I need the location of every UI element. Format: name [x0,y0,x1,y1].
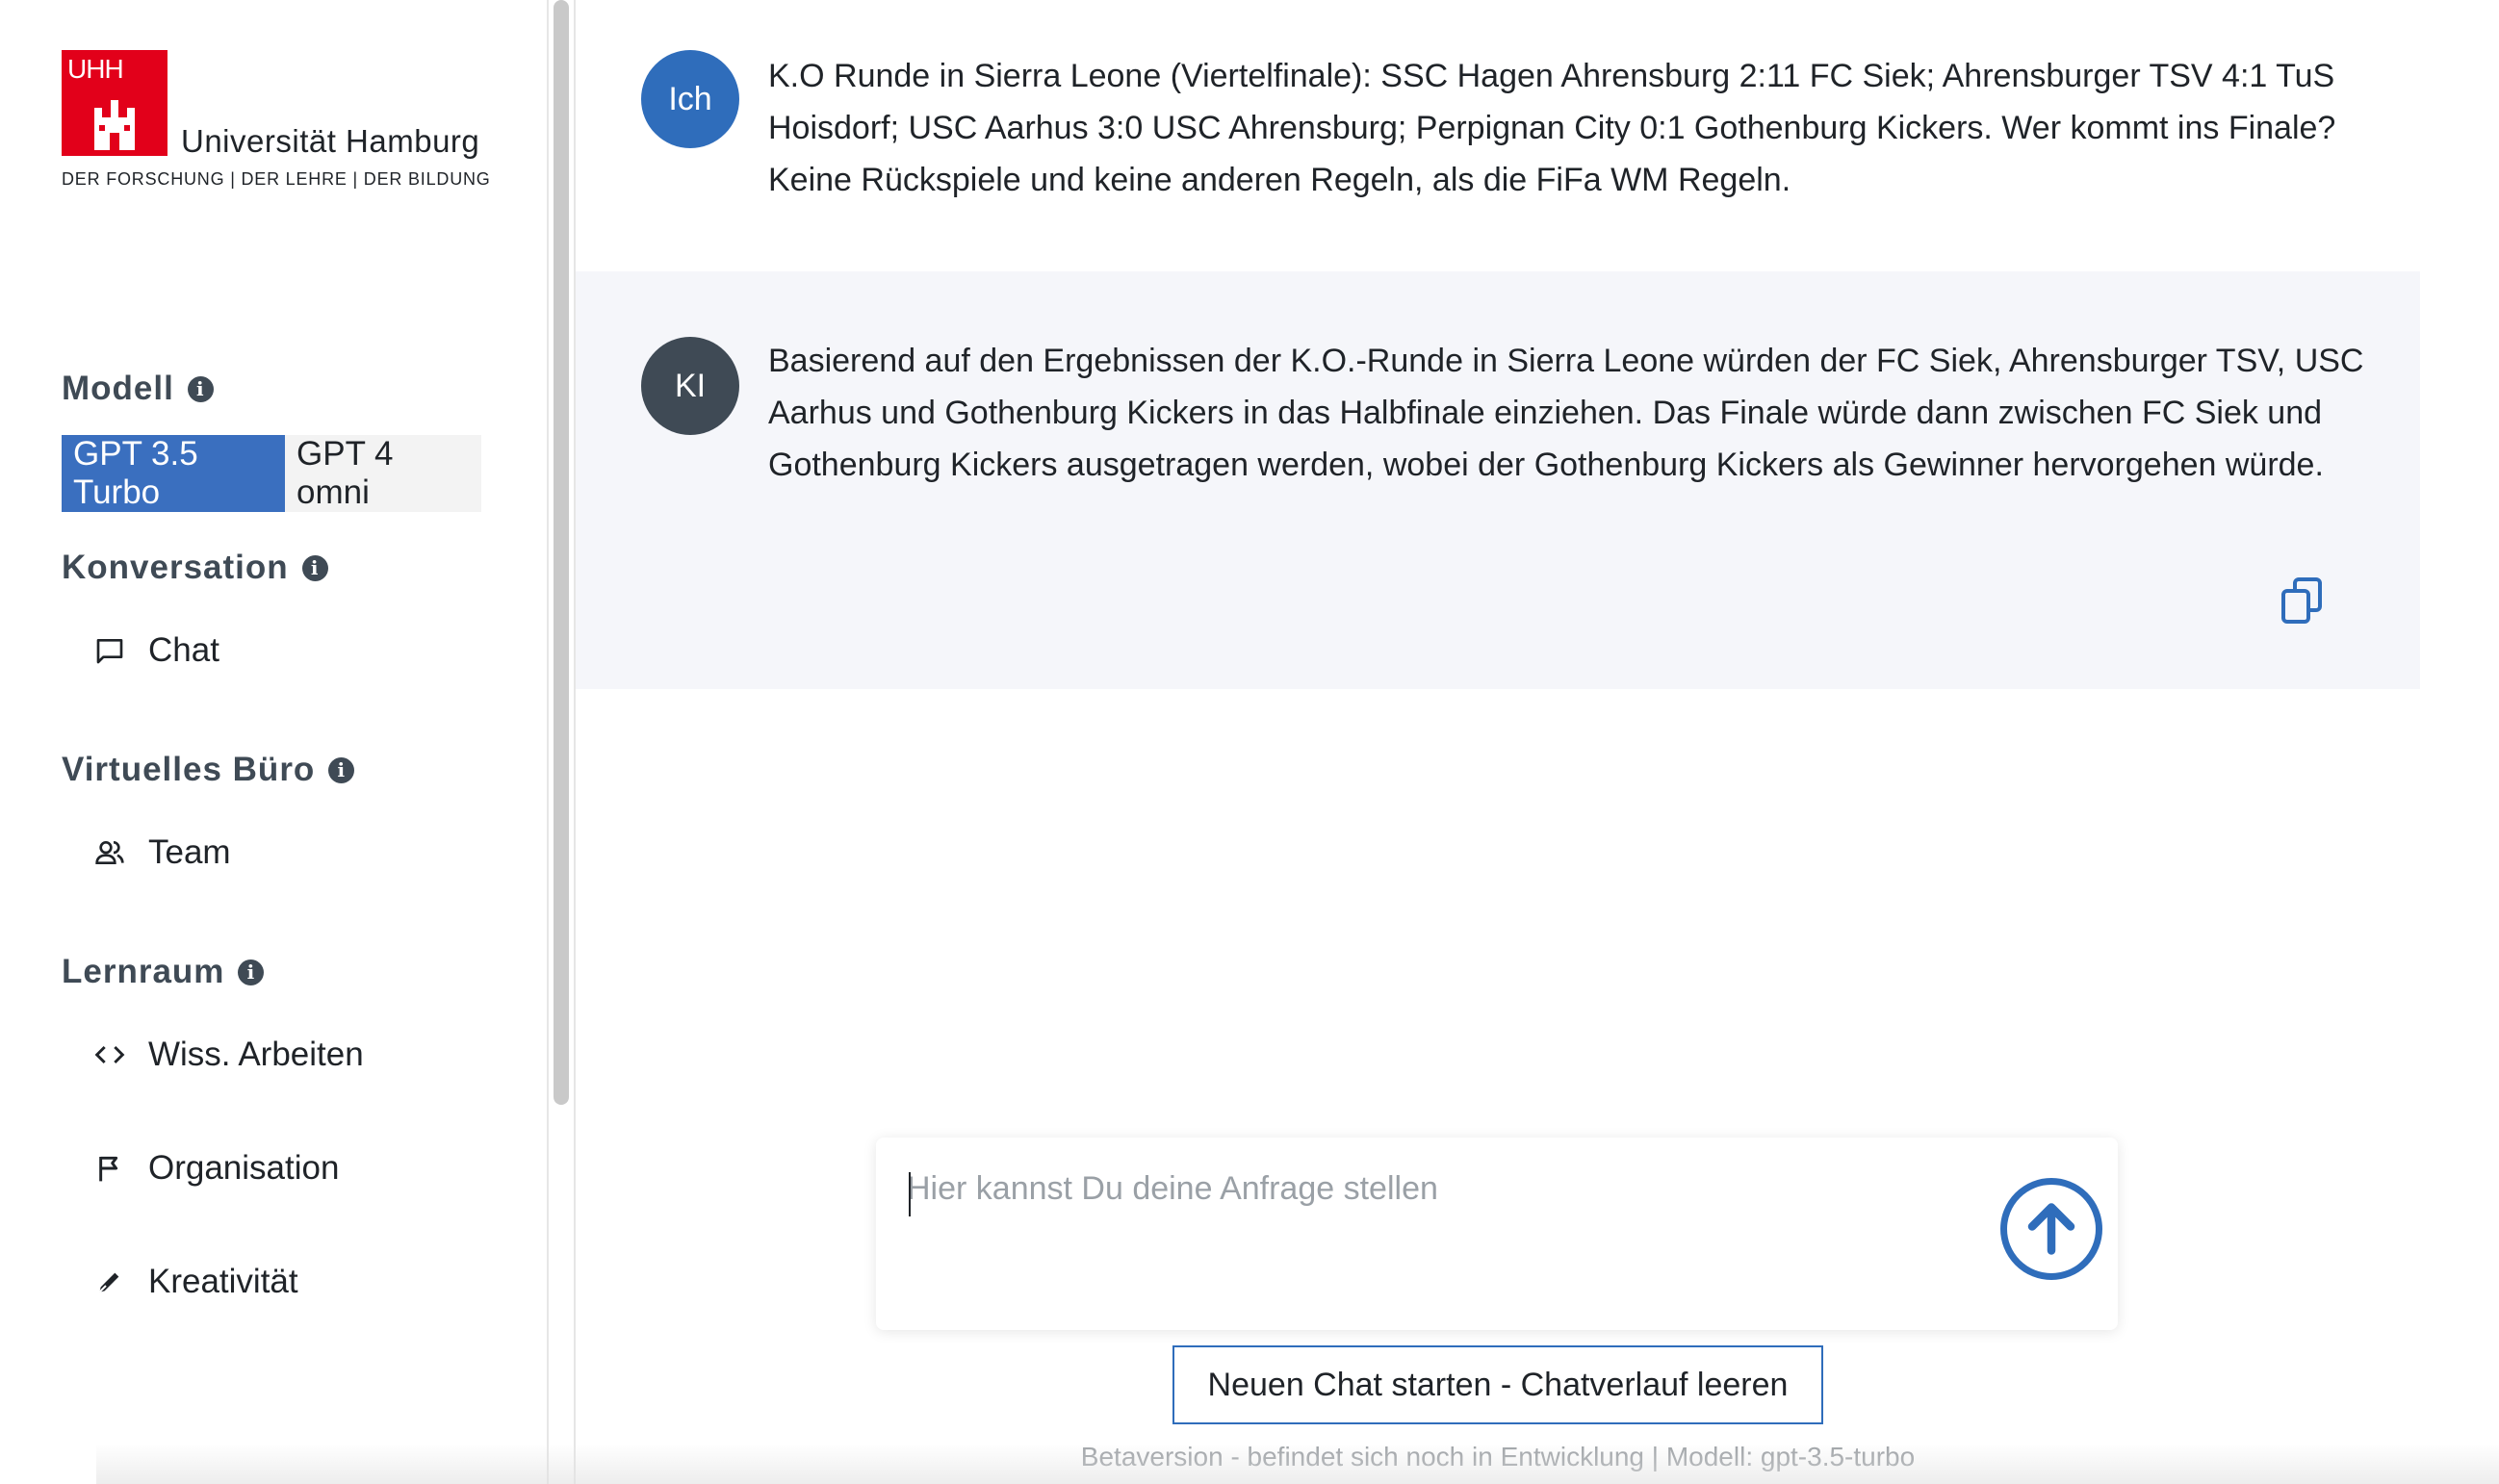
prompt-input[interactable] [907,1170,1946,1286]
logo-name: Universität Hamburg [181,123,480,159]
sidebar-item-label: Kreativität [148,1263,298,1300]
people-icon [92,835,127,870]
text-cursor [909,1172,911,1216]
model-section-title: Modell i [62,370,214,408]
ai-message: KI Basierend auf den Ergebnissen der K.O… [576,271,2420,689]
sidebar-item-wiss-arbeiten[interactable]: Wiss. Arbeiten [92,1036,364,1074]
model-option-gpt4o[interactable]: GPT 4 omni [285,435,481,512]
sidebar-item-kreativitaet[interactable]: Kreativität [92,1263,298,1301]
sidebar-item-label: Organisation [148,1149,340,1187]
prompt-input-box [876,1138,2118,1330]
new-chat-button[interactable]: Neuen Chat starten - Chatverlauf leeren [1172,1345,1823,1424]
send-button[interactable] [2000,1178,2102,1280]
sidebar-item-team[interactable]: Team [92,833,231,872]
footer-status: Betaversion - befindet sich noch in Entw… [1080,1442,1916,1471]
office-section-title: Virtuelles Büro i [62,751,355,789]
sidebar-item-label: Wiss. Arbeiten [148,1036,364,1073]
chat-bubble-icon [92,633,127,668]
model-title-label: Modell [62,370,174,407]
info-icon[interactable]: i [328,756,355,783]
learning-section-title: Lernraum i [62,953,265,991]
model-option-gpt35[interactable]: GPT 3.5 Turbo [62,435,285,512]
code-icon [92,1037,127,1072]
uhh-logo-mark: UHH [62,50,167,156]
copy-icon[interactable] [2280,576,2328,627]
sidebar-item-chat[interactable]: Chat [92,631,219,670]
conversation-title-label: Konversation [62,549,289,586]
castle-icon [94,100,135,150]
learning-title-label: Lernraum [62,953,225,990]
model-switch: GPT 3.5 Turbo GPT 4 omni [62,435,481,512]
sidebar-item-label: Team [148,833,231,871]
user-message: Ich K.O Runde in Sierra Leone (Viertelfi… [576,0,2420,271]
pen-icon [92,1265,127,1299]
conversation-section-title: Konversation i [62,549,328,587]
arrow-up-icon [2027,1203,2075,1255]
university-logo[interactable]: UHH Universität Hamburg DER FORSCHUNG | … [62,50,495,194]
sidebar-item-organisation[interactable]: Organisation [92,1149,339,1188]
sidebar-scrollbar-thumb[interactable] [554,0,569,1105]
info-icon[interactable]: i [238,959,265,985]
logo-mark-text: UHH [67,54,124,84]
ai-avatar: KI [641,337,739,435]
ai-message-text: Basierend auf den Ergebnissen der K.O.-R… [768,343,2364,483]
sidebar-item-label: Chat [148,631,219,669]
sidebar: UHH Universität Hamburg DER FORSCHUNG | … [0,0,547,1484]
info-icon[interactable]: i [187,375,214,402]
info-icon[interactable]: i [301,554,328,581]
flag-icon [92,1151,127,1186]
user-avatar: Ich [641,50,739,148]
chat-area: Ich K.O Runde in Sierra Leone (Viertelfi… [576,0,2499,1484]
logo-subtitle: DER FORSCHUNG | DER LEHRE | DER BILDUNG [62,169,491,189]
user-message-text: K.O Runde in Sierra Leone (Viertelfinale… [768,58,2336,198]
office-title-label: Virtuelles Büro [62,751,316,788]
